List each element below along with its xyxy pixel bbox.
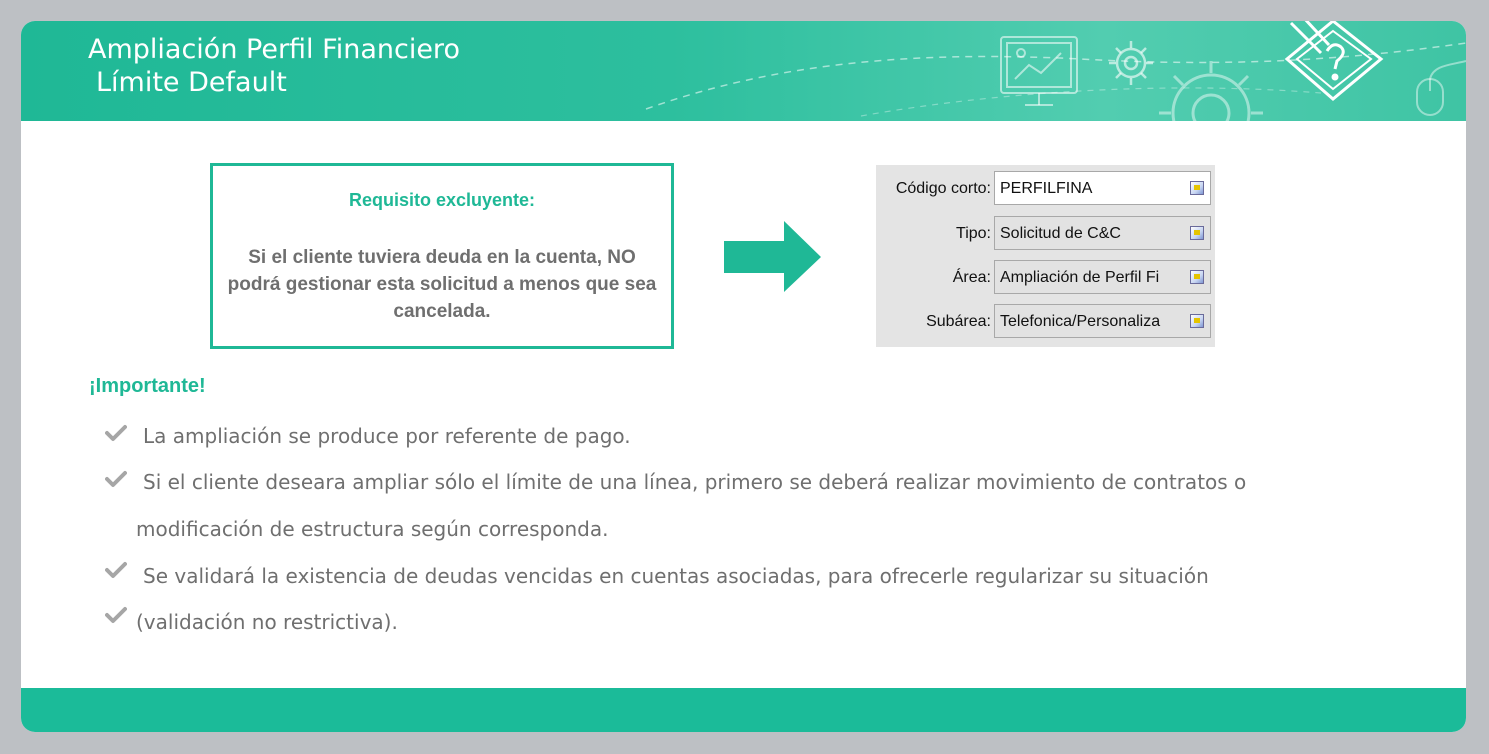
checkmark-icon — [105, 607, 127, 623]
important-bullet-4: (validación no restrictiva). — [136, 610, 398, 634]
codigo-corto-field[interactable]: PERFILFINA — [994, 171, 1211, 205]
tipo-label: Tipo: — [956, 225, 991, 242]
subarea-field[interactable]: Telefonica/Personaliza — [994, 304, 1211, 338]
form-row-codigo: Código corto: PERFILFINA — [876, 171, 1215, 207]
dropdown-button-icon[interactable] — [1190, 226, 1204, 240]
subarea-label: Subárea: — [926, 313, 991, 330]
area-value: Ampliación de Perfil Fi — [1000, 269, 1160, 286]
right-arrow-icon — [724, 221, 821, 292]
requirement-box: Requisito excluyente: Si el cliente tuvi… — [210, 163, 674, 349]
title-line-1: Ampliación Perfil Financiero — [88, 34, 460, 65]
important-bullet-3: Se validará la existencia de deudas venc… — [143, 564, 1209, 588]
checkmark-icon — [105, 425, 127, 441]
form-panel: Código corto: PERFILFINA Tipo: Solicitud… — [876, 165, 1215, 347]
area-field[interactable]: Ampliación de Perfil Fi — [994, 260, 1211, 294]
form-row-subarea: Subárea: Telefonica/Personaliza — [876, 304, 1215, 340]
header-banner: Ampliación Perfil Financiero Límite Defa… — [21, 21, 1466, 121]
title-line-2: Límite Default — [96, 67, 287, 98]
tipo-field[interactable]: Solicitud de C&C — [994, 216, 1211, 250]
tipo-value: Solicitud de C&C — [1000, 225, 1121, 242]
page-title: Ampliación Perfil Financiero Límite Defa… — [88, 33, 460, 99]
form-row-tipo: Tipo: Solicitud de C&C — [876, 216, 1215, 252]
codigo-corto-label: Código corto: — [895, 180, 991, 197]
important-bullet-1: La ampliación se produce por referente d… — [143, 424, 631, 448]
pencil-question-icon — [1284, 21, 1384, 101]
form-row-area: Área: Ampliación de Perfil Fi — [876, 260, 1215, 296]
subarea-value: Telefonica/Personaliza — [1000, 313, 1161, 330]
checkmark-icon — [105, 562, 127, 578]
dropdown-button-icon[interactable] — [1190, 270, 1204, 284]
area-label: Área: — [952, 269, 991, 286]
important-heading: ¡Importante! — [89, 375, 206, 397]
slide: Ampliación Perfil Financiero Límite Defa… — [21, 21, 1466, 732]
large-gear-icon — [1159, 61, 1263, 121]
footer-bar — [21, 688, 1466, 732]
presentation-screen-icon — [1000, 36, 1078, 106]
requirement-title: Requisito excluyente: — [348, 190, 536, 210]
dropdown-button-icon[interactable] — [1190, 181, 1204, 195]
checkmark-icon — [105, 471, 127, 487]
mouse-icon — [1416, 60, 1466, 116]
gear-icon — [1109, 41, 1153, 85]
important-bullet-2: Si el cliente deseara ampliar sólo el lí… — [143, 470, 1247, 494]
dropdown-button-icon[interactable] — [1190, 314, 1204, 328]
requirement-body: Si el cliente tuviera deuda en la cuenta… — [227, 247, 657, 322]
important-bullet-2-continued: modificación de estructura según corresp… — [136, 517, 609, 541]
codigo-corto-value: PERFILFINA — [1000, 180, 1093, 197]
